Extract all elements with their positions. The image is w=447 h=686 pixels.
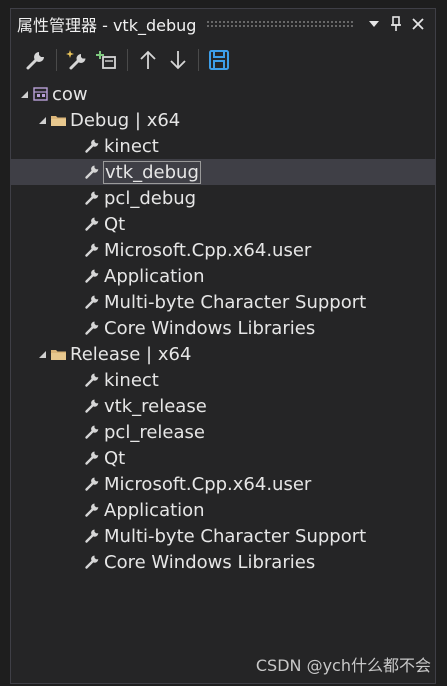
tree-item-label: kinect (104, 135, 159, 157)
tree-property-sheet[interactable]: Multi-byte Character Support (11, 523, 435, 549)
tree-property-sheet[interactable]: Microsoft.Cpp.x64.user (11, 471, 435, 497)
wrench-icon (83, 475, 101, 493)
tree-property-sheet[interactable]: Core Windows Libraries (11, 315, 435, 341)
expand-arrow-icon[interactable] (35, 350, 49, 359)
tree-item-label: vtk_release (104, 395, 207, 417)
tree-property-sheet[interactable]: pcl_debug (11, 185, 435, 211)
tree-property-sheet[interactable]: Microsoft.Cpp.x64.user (11, 237, 435, 263)
pin-icon[interactable] (385, 13, 407, 35)
move-down-icon[interactable] (163, 45, 193, 75)
wrench-icon (83, 163, 101, 181)
save-icon[interactable] (204, 45, 234, 75)
wrench-icon (83, 423, 101, 441)
tree-config-0[interactable]: Debug | x64 (11, 107, 435, 133)
wrench-icon (83, 267, 101, 285)
tree-property-sheet[interactable]: vtk_debug (11, 159, 435, 185)
tree-item-label: cow (52, 83, 88, 105)
wrench-icon (83, 319, 101, 337)
tree-item-label: Microsoft.Cpp.x64.user (104, 239, 312, 261)
properties-wrench-icon[interactable] (21, 45, 51, 75)
expand-arrow-icon[interactable] (35, 116, 49, 125)
wrench-icon (83, 293, 101, 311)
tree-property-sheet[interactable]: kinect (11, 367, 435, 393)
tree-item-label: vtk_debug (103, 160, 201, 184)
property-manager-panel: 属性管理器 - vtk_debug cow Debug | x64 kinect… (10, 8, 436, 684)
add-existing-property-sheet-icon[interactable] (92, 45, 122, 75)
property-tree: cow Debug | x64 kinect vtk_debug pcl_debug Qt… (11, 81, 435, 575)
project-icon (31, 85, 49, 103)
close-icon[interactable] (407, 13, 429, 35)
dropdown-arrow-icon[interactable] (363, 13, 385, 35)
folder-icon (49, 111, 67, 129)
tree-property-sheet[interactable]: Core Windows Libraries (11, 549, 435, 575)
toolbar-separator (127, 49, 128, 71)
tree-property-sheet[interactable]: pcl_release (11, 419, 435, 445)
tree-item-label: Application (104, 499, 205, 521)
move-up-icon[interactable] (133, 45, 163, 75)
tree-property-sheet[interactable]: Application (11, 497, 435, 523)
toolbar-separator (56, 49, 57, 71)
wrench-icon (83, 215, 101, 233)
wrench-icon (83, 449, 101, 467)
wrench-icon (83, 553, 101, 571)
tree-property-sheet[interactable]: Application (11, 263, 435, 289)
tree-item-label: Microsoft.Cpp.x64.user (104, 473, 312, 495)
tree-item-label: Core Windows Libraries (104, 317, 316, 339)
tree-item-label: Qt (104, 447, 126, 469)
panel-titlebar[interactable]: 属性管理器 - vtk_debug (11, 9, 435, 39)
new-property-sheet-icon[interactable] (62, 45, 92, 75)
wrench-icon (83, 501, 101, 519)
toolbar-separator (198, 49, 199, 71)
tree-item-label: pcl_release (104, 421, 205, 443)
tree-property-sheet[interactable]: kinect (11, 133, 435, 159)
expand-arrow-icon[interactable] (17, 90, 31, 99)
tree-item-label: Application (104, 265, 205, 287)
tree-item-label: Qt (104, 213, 126, 235)
tree-property-sheet[interactable]: Qt (11, 445, 435, 471)
wrench-icon (83, 371, 101, 389)
folder-icon (49, 345, 67, 363)
wrench-icon (83, 397, 101, 415)
watermark: CSDN @ych什么都不会 (255, 656, 431, 675)
tree-item-label: Core Windows Libraries (104, 551, 316, 573)
tree-item-label: Release | x64 (70, 343, 192, 365)
panel-title: 属性管理器 - vtk_debug (17, 16, 197, 35)
wrench-icon (83, 137, 101, 155)
titlebar-grip[interactable] (206, 20, 355, 28)
tree-item-label: kinect (104, 369, 159, 391)
tree-item-label: Debug | x64 (70, 109, 181, 131)
tree-property-sheet[interactable]: vtk_release (11, 393, 435, 419)
tree-item-label: Multi-byte Character Support (104, 291, 367, 313)
panel-toolbar (11, 43, 435, 77)
tree-property-sheet[interactable]: Multi-byte Character Support (11, 289, 435, 315)
wrench-icon (83, 241, 101, 259)
tree-item-label: pcl_debug (104, 187, 197, 209)
tree-config-1[interactable]: Release | x64 (11, 341, 435, 367)
tree-item-label: Multi-byte Character Support (104, 525, 367, 547)
wrench-icon (83, 189, 101, 207)
tree-project-cow[interactable]: cow (11, 81, 435, 107)
tree-property-sheet[interactable]: Qt (11, 211, 435, 237)
wrench-icon (83, 527, 101, 545)
